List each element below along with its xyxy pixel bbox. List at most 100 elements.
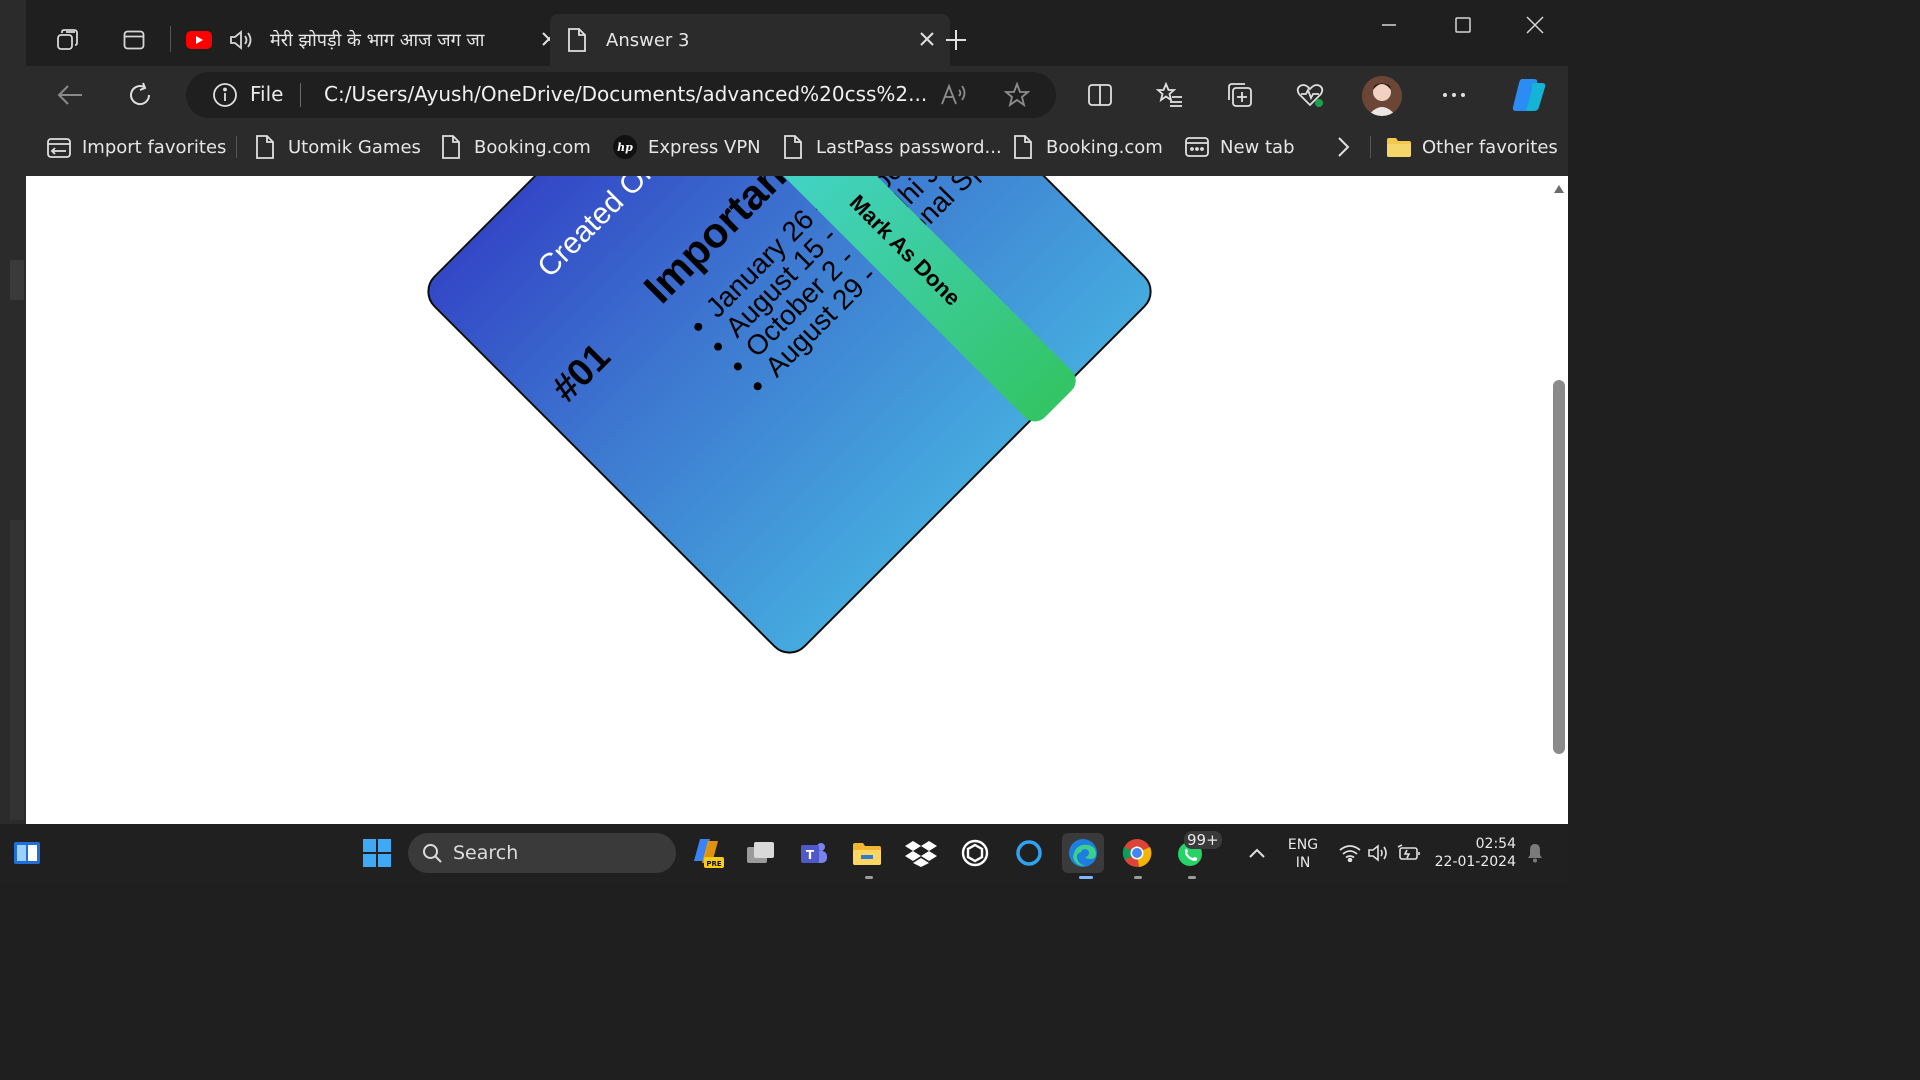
favorite-express-vpn[interactable]: hp Express VPN <box>612 130 761 164</box>
favorite-label: New tab <box>1220 136 1295 158</box>
scroll-up-icon[interactable] <box>1553 184 1565 194</box>
volume-icon[interactable] <box>1364 833 1392 873</box>
document-icon <box>252 134 278 160</box>
tab-label: मेरी झोपड़ी के भाग आज जग जा <box>270 30 485 51</box>
hp-icon: hp <box>612 134 638 160</box>
chatgpt-icon[interactable] <box>954 833 996 873</box>
favorite-booking-2[interactable]: Booking.com <box>1010 130 1163 164</box>
favorite-label: Booking.com <box>1046 136 1163 158</box>
tab-youtube[interactable]: मेरी झोपड़ी के भाग आज जग जा <box>176 14 556 66</box>
minimize-icon[interactable] <box>1372 10 1406 40</box>
notifications-bell-icon[interactable] <box>1522 833 1548 873</box>
favorite-label: Other favorites <box>1422 136 1558 158</box>
document-icon <box>780 134 806 160</box>
region-line: IN <box>1295 855 1311 871</box>
search-label: Search <box>453 842 519 864</box>
tab-strip: मेरी झोपड़ी के भाग आज जग जा Answer 3 <box>26 0 1568 66</box>
tab-label: Answer 3 <box>606 29 690 51</box>
more-options-icon[interactable] <box>1436 78 1472 112</box>
refresh-icon[interactable] <box>122 78 158 112</box>
teams-icon[interactable]: T <box>792 833 834 873</box>
document-icon <box>1010 134 1036 160</box>
svg-text:hp: hp <box>617 141 633 154</box>
favorite-utomik-games[interactable]: Utomik Games <box>252 130 421 164</box>
favorites-list-icon[interactable] <box>1152 78 1188 112</box>
widgets-icon[interactable] <box>6 833 48 873</box>
favorite-label: Utomik Games <box>288 136 421 158</box>
youtube-icon <box>186 31 214 49</box>
language-line: ENG <box>1287 837 1319 853</box>
chrome-icon[interactable] <box>1116 833 1158 873</box>
read-aloud-icon[interactable] <box>940 82 968 108</box>
notification-badge: 99+ <box>1184 831 1222 849</box>
battery-icon[interactable] <box>1394 833 1424 873</box>
language-indicator[interactable]: ENG IN <box>1284 836 1322 872</box>
split-screen-icon[interactable] <box>1082 78 1118 112</box>
todo-card: Created On : 01/01/2024 #01 Important da… <box>418 176 1161 663</box>
document-icon <box>438 134 464 160</box>
card-container: Created On : 01/01/2024 #01 Important da… <box>404 176 1174 676</box>
cortana-icon[interactable] <box>1008 833 1050 873</box>
favorite-booking-1[interactable]: Booking.com <box>438 130 591 164</box>
favorite-new-tab[interactable]: New tab <box>1184 130 1295 164</box>
desktop-edge <box>0 0 26 824</box>
desktop-edge-mark <box>10 520 24 820</box>
search-icon <box>422 843 442 863</box>
dropbox-icon[interactable] <box>900 833 942 873</box>
browser-essentials-icon[interactable] <box>1292 78 1328 112</box>
import-icon <box>46 134 72 160</box>
back-icon[interactable] <box>52 78 88 112</box>
favorite-label: Booking.com <box>474 136 591 158</box>
chevron-right-icon[interactable] <box>1330 134 1356 160</box>
tab-answer-3[interactable]: Answer 3 <box>550 14 950 66</box>
favorite-star-icon[interactable] <box>1004 82 1030 108</box>
speaker-icon[interactable] <box>228 28 258 52</box>
clock-time: 02:54 <box>1475 836 1516 852</box>
page-content: Created On : 01/01/2024 #01 Important da… <box>26 176 1550 824</box>
collections-icon[interactable] <box>1222 78 1258 112</box>
address-url[interactable]: C:/Users/Ayush/OneDrive/Documents/advanc… <box>324 82 927 106</box>
search-box[interactable]: Search <box>408 833 676 873</box>
running-indicator <box>865 876 873 879</box>
workspaces-icon[interactable] <box>50 22 86 58</box>
svg-text:PRE: PRE <box>706 860 722 868</box>
favorite-import[interactable]: Import favorites <box>46 130 226 164</box>
address-divider <box>300 83 301 107</box>
new-tab-icon[interactable] <box>938 22 974 58</box>
close-tab-icon[interactable] <box>918 30 936 48</box>
whatsapp-icon[interactable]: 99+ <box>1170 831 1222 873</box>
favorite-label: Express VPN <box>648 136 761 158</box>
edge-icon[interactable] <box>1062 833 1104 873</box>
maximize-icon[interactable] <box>1446 10 1480 40</box>
tab-actions-icon[interactable] <box>116 22 152 58</box>
scrollbar-thumb[interactable] <box>1553 380 1565 754</box>
info-icon[interactable] <box>212 82 238 108</box>
other-favorites[interactable]: Other favorites <box>1386 130 1558 164</box>
file-explorer-icon[interactable] <box>846 833 888 873</box>
close-window-icon[interactable] <box>1518 10 1552 40</box>
address-scheme: File <box>250 82 284 106</box>
chevron-up-icon[interactable] <box>1236 833 1278 873</box>
newtab-icon <box>1184 134 1210 160</box>
desktop-edge-mark <box>10 260 24 300</box>
tab-divider <box>170 26 171 52</box>
favorite-lastpass[interactable]: LastPass password... <box>780 130 1002 164</box>
folder-icon <box>1386 134 1412 160</box>
running-indicator <box>1134 876 1142 879</box>
clock[interactable]: 02:54 22-01-2024 <box>1432 835 1516 871</box>
favorite-label: Import favorites <box>82 136 227 158</box>
avatar[interactable] <box>1362 76 1402 116</box>
taskbar: Search PRE T 99+ ENG IN 02:54 22-01-2024 <box>0 824 1568 882</box>
favorite-label: LastPass password... <box>816 136 1002 158</box>
task-view-icon[interactable] <box>740 833 782 873</box>
copilot-preview-icon[interactable]: PRE <box>686 833 728 873</box>
start-icon[interactable] <box>356 833 398 873</box>
address-bar[interactable]: File C:/Users/Ayush/OneDrive/Documents/a… <box>186 72 1056 118</box>
copilot-icon[interactable] <box>1506 74 1550 116</box>
svg-text:T: T <box>806 848 815 862</box>
document-icon <box>566 27 588 53</box>
wifi-icon[interactable] <box>1336 833 1364 873</box>
running-indicator <box>1188 876 1196 879</box>
favorites-divider <box>1370 136 1371 158</box>
card-number: #01 <box>544 335 619 411</box>
